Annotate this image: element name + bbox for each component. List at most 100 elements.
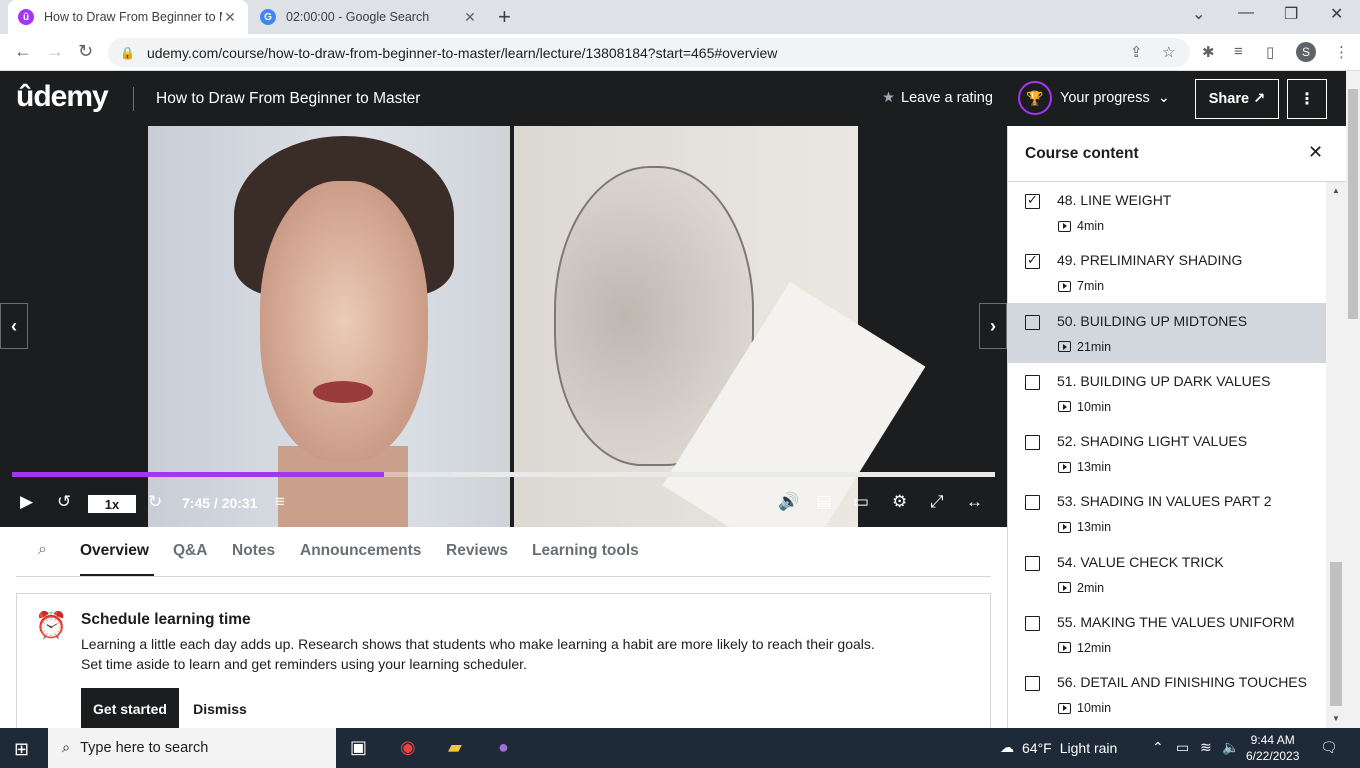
browser-menu-icon[interactable]: ⋮: [1334, 43, 1349, 61]
file-explorer-icon[interactable]: ▰: [448, 737, 462, 758]
browser-tab-udemy[interactable]: û How to Draw From Beginner to M ✕: [8, 0, 248, 34]
lecture-checkbox[interactable]: [1025, 495, 1040, 511]
leave-rating-button[interactable]: ★ Leave a rating: [882, 90, 993, 106]
reload-icon[interactable]: ↻: [78, 41, 93, 62]
sidebar-scrollbar[interactable]: ▲ ▼: [1326, 182, 1347, 728]
lecture-checkbox[interactable]: [1025, 252, 1040, 270]
udemy-favicon-icon: û: [18, 9, 34, 25]
previous-lecture-button[interactable]: ‹: [0, 303, 28, 349]
lecture-item[interactable]: 55. MAKING THE VALUES UNIFORM 12min: [1008, 604, 1326, 664]
lecture-item[interactable]: 48. LINE WEIGHT 4min: [1008, 182, 1326, 242]
extensions-puzzle-icon[interactable]: ✱: [1202, 43, 1215, 61]
restore-icon[interactable]: ❐: [1284, 4, 1298, 24]
back-arrow-icon[interactable]: ←: [14, 41, 32, 62]
lecture-item[interactable]: 53. SHADING IN VALUES PART 2 13min: [1008, 483, 1326, 543]
lecture-item[interactable]: 56. DETAIL AND FINISHING TOUCHES 10min: [1008, 664, 1326, 724]
bookmark-star-icon[interactable]: ☆: [1162, 43, 1175, 61]
video-player[interactable]: ‹ › ▶ ↺ 1x ↻ 7:45 / 20:31 ≡ 🔊 ▤ ▭ ⚙ ⤢ ↔: [0, 126, 1007, 527]
speaker-icon[interactable]: 🔈: [1222, 739, 1239, 756]
lecture-item[interactable]: 49. PRELIMINARY SHADING 7min: [1008, 242, 1326, 302]
dismiss-button[interactable]: Dismiss: [193, 688, 247, 730]
lecture-checkbox[interactable]: [1025, 435, 1040, 450]
lecture-item[interactable]: 50. BUILDING UP MIDTONES 21min: [1008, 302, 1326, 363]
add-note-icon[interactable]: ≡: [275, 492, 285, 512]
lecture-title: 49. PRELIMINARY SHADING: [1057, 252, 1243, 269]
notifications-icon[interactable]: 🗨: [1320, 739, 1338, 756]
scroll-down-icon[interactable]: ▼: [1332, 714, 1340, 723]
page-scroll-thumb[interactable]: [1348, 89, 1358, 319]
tab-qa[interactable]: Q&A: [173, 542, 207, 560]
udemy-logo[interactable]: ûdemy: [16, 80, 109, 114]
forward-arrow-icon[interactable]: →: [46, 41, 64, 62]
chevron-down-icon: ⌄: [1157, 90, 1170, 106]
get-started-button[interactable]: Get started: [81, 688, 179, 730]
page-scrollbar[interactable]: [1346, 71, 1360, 728]
tab-notes[interactable]: Notes: [232, 542, 275, 560]
lecture-checkbox[interactable]: [1025, 676, 1040, 691]
chrome-icon[interactable]: ◉: [400, 737, 416, 758]
your-progress-button[interactable]: 🏆 Your progress ⌄: [1018, 81, 1170, 115]
lecture-checkbox[interactable]: [1025, 374, 1040, 390]
window-close-icon[interactable]: ✕: [1330, 4, 1343, 24]
search-icon[interactable]: ⌕: [38, 541, 47, 559]
rain-cloud-icon: ☁: [1000, 739, 1014, 755]
task-view-icon[interactable]: ▣: [350, 737, 367, 758]
lecture-item[interactable]: 52. SHADING LIGHT VALUES 13min: [1008, 423, 1326, 483]
lecture-checkbox[interactable]: [1025, 192, 1040, 209]
windows-start-icon[interactable]: ⊞: [14, 739, 29, 760]
side-panel-icon[interactable]: ▯: [1266, 43, 1274, 61]
tab-overview[interactable]: Overview: [80, 542, 149, 560]
playback-speed-button[interactable]: 1x: [88, 495, 136, 513]
tab-announcements[interactable]: Announcements: [300, 542, 421, 560]
lecture-checkbox[interactable]: [1025, 314, 1040, 330]
weather-widget[interactable]: ☁ 64°F Light rain: [1000, 739, 1117, 756]
browser-tab-google[interactable]: G 02:00:00 - Google Search ✕: [250, 0, 488, 34]
close-icon[interactable]: ✕: [1308, 142, 1323, 163]
course-title[interactable]: How to Draw From Beginner to Master: [156, 90, 420, 108]
wifi-icon[interactable]: ≋: [1200, 739, 1212, 756]
volume-icon[interactable]: 🔊: [778, 492, 799, 512]
chevron-up-icon[interactable]: ⌃: [1152, 739, 1164, 756]
lecture-title: 51. BUILDING UP DARK VALUES: [1057, 372, 1271, 389]
taskbar-clock[interactable]: 9:44 AM 6/22/2023: [1246, 732, 1299, 764]
transcript-icon[interactable]: ▤: [816, 492, 832, 512]
video-play-icon: [1058, 220, 1071, 232]
reference-photo: [148, 126, 510, 527]
share-button[interactable]: Share ↗: [1195, 79, 1279, 119]
lecture-duration: 10min: [1058, 400, 1111, 414]
share-page-icon[interactable]: ⇪: [1130, 43, 1143, 61]
expand-width-icon[interactable]: ↔: [966, 492, 983, 512]
url-field[interactable]: 🔒 udemy.com/course/how-to-draw-from-begi…: [108, 38, 1190, 67]
profile-avatar[interactable]: S: [1296, 42, 1316, 62]
rewind-5-icon[interactable]: ↺: [57, 492, 71, 512]
seek-bar[interactable]: [12, 472, 995, 477]
settings-gear-icon[interactable]: ⚙: [892, 492, 907, 512]
scroll-up-icon[interactable]: ▲: [1332, 186, 1340, 195]
sidebar-title: Course content: [1025, 145, 1139, 162]
minimize-icon[interactable]: —: [1238, 4, 1254, 22]
captions-icon[interactable]: ▭: [853, 492, 869, 512]
more-options-button[interactable]: ⋮: [1287, 79, 1327, 119]
course-header: ûdemy How to Draw From Beginner to Maste…: [0, 71, 1346, 126]
taskbar-search-field[interactable]: ⌕ Type here to search: [48, 728, 336, 768]
lecture-checkbox[interactable]: [1025, 615, 1040, 631]
sidebar-scroll-thumb[interactable]: [1330, 562, 1342, 706]
tab-reviews[interactable]: Reviews: [446, 542, 508, 560]
lecture-item[interactable]: 54. VALUE CHECK TRICK 2min: [1008, 544, 1326, 604]
tab-search-chevron-icon[interactable]: ⌄: [1192, 4, 1205, 24]
lecture-item[interactable]: 51. BUILDING UP DARK VALUES 10min: [1008, 363, 1326, 423]
meet-now-icon[interactable]: ▭: [1176, 739, 1189, 756]
play-icon[interactable]: ▶: [20, 492, 33, 512]
course-content-sidebar: Course content ✕ 48. LINE WEIGHT 4min 49. …: [1007, 126, 1347, 728]
tab-learning-tools[interactable]: Learning tools: [532, 542, 639, 560]
lecture-checkbox[interactable]: [1025, 555, 1040, 571]
close-icon[interactable]: ✕: [222, 9, 238, 26]
lecture-tabs: ⌕ Overview Q&A Notes Announcements Revie…: [16, 527, 991, 577]
new-tab-icon[interactable]: +: [498, 4, 511, 30]
fullscreen-icon[interactable]: ⤢: [930, 492, 944, 512]
forward-5-icon[interactable]: ↻: [148, 492, 162, 512]
media-queue-icon[interactable]: ≡: [1234, 43, 1243, 60]
github-desktop-icon[interactable]: ●: [498, 737, 509, 758]
next-lecture-button[interactable]: ›: [979, 303, 1007, 349]
close-icon[interactable]: ✕: [462, 9, 478, 26]
